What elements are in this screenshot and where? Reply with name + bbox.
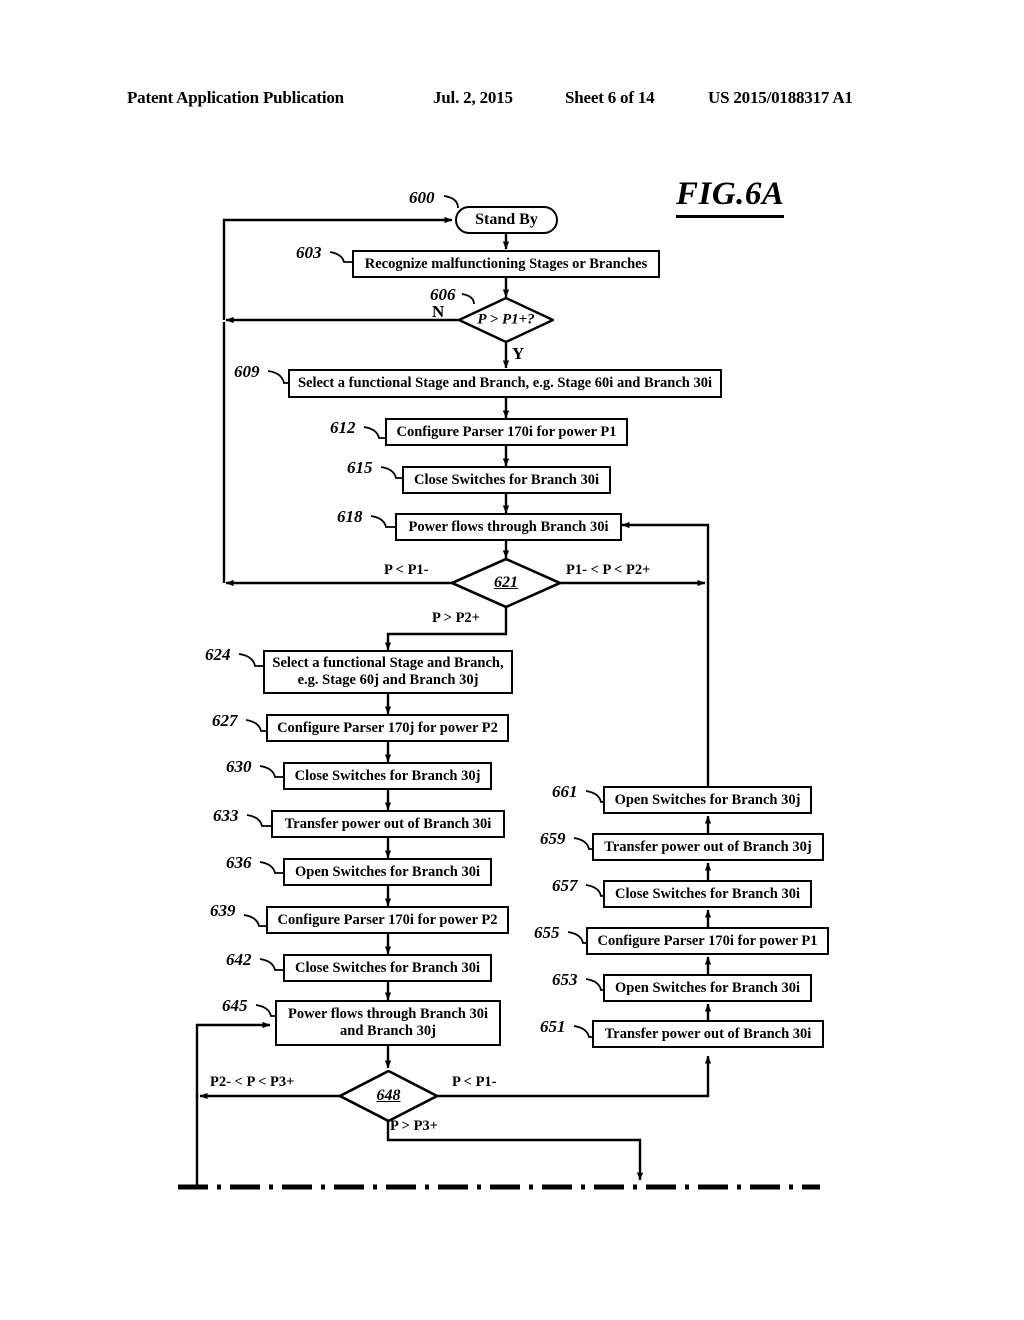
node-power-flows-30i-30j[interactable]: Power flows through Branch 30i and Branc…: [275, 1000, 501, 1046]
node-power-flows-30i[interactable]: Power flows through Branch 30i: [395, 513, 622, 541]
node-select-stage-branch-j[interactable]: Select a functional Stage and Branch, e.…: [263, 650, 513, 694]
edge-label-648-down: P > P3+: [390, 1118, 438, 1134]
header-patent-number: US 2015/0188317 A1: [708, 88, 853, 107]
ref-639: 639: [210, 901, 236, 920]
edge-label-621-down: P > P2+: [432, 610, 480, 626]
node-659-label: Transfer power out of Branch 30j: [604, 838, 812, 855]
edge-label-606-yes: Y: [512, 344, 525, 363]
node-configure-parser-170i-p1-b[interactable]: Configure Parser 170i for power P1: [586, 927, 829, 955]
node-603-label: Recognize malfunctioning Stages or Branc…: [364, 255, 648, 272]
node-close-switches-30j[interactable]: Close Switches for Branch 30j: [283, 762, 492, 790]
node-618-label: Power flows through Branch 30i: [408, 518, 609, 535]
node-633-label: Transfer power out of Branch 30i: [284, 815, 492, 832]
node-stand-by[interactable]: Stand By: [455, 206, 558, 234]
edge-label-621-right: P1- < P < P2+: [566, 562, 651, 578]
page-header: Patent Application Publication Jul. 2, 2…: [0, 88, 1024, 114]
node-select-stage-branch-i[interactable]: Select a functional Stage and Branch, e.…: [288, 369, 722, 398]
node-639-label: Configure Parser 170i for power P2: [277, 911, 498, 928]
node-627-label: Configure Parser 170j for power P2: [277, 719, 498, 736]
node-653-label: Open Switches for Branch 30i: [614, 979, 801, 996]
node-stand-by-label: Stand By: [475, 210, 538, 228]
node-636-label: Open Switches for Branch 30i: [294, 863, 481, 880]
decision-606-label: P > P1+?: [477, 311, 535, 328]
ref-612: 612: [330, 418, 356, 437]
node-661-label: Open Switches for Branch 30j: [614, 791, 801, 808]
ref-636: 636: [226, 853, 252, 872]
edge-label-606-no: N: [432, 302, 445, 321]
node-transfer-power-out-30j[interactable]: Transfer power out of Branch 30j: [592, 833, 824, 861]
node-close-switches-30i-a[interactable]: Close Switches for Branch 30i: [402, 466, 611, 494]
node-recognize-malfunctioning[interactable]: Recognize malfunctioning Stages or Branc…: [352, 250, 660, 278]
node-655-label: Configure Parser 170i for power P1: [597, 932, 818, 949]
edge-label-621-left: P < P1-: [384, 562, 429, 578]
header-publication: Patent Application Publication: [127, 88, 344, 107]
ref-642: 642: [226, 950, 252, 969]
node-645-label: Power flows through Branch 30i and Branc…: [287, 1006, 489, 1039]
node-642-label: Close Switches for Branch 30i: [294, 959, 480, 976]
ref-661: 661: [552, 782, 578, 801]
ref-624: 624: [205, 645, 231, 664]
ref-609: 609: [234, 362, 260, 381]
node-624-label: Select a functional Stage and Branch, e.…: [272, 655, 504, 688]
edge-label-648-right: P < P1-: [452, 1074, 497, 1090]
node-configure-parser-170i-p2[interactable]: Configure Parser 170i for power P2: [266, 906, 509, 934]
patent-figure-page: Patent Application Publication Jul. 2, 2…: [0, 0, 1024, 1320]
node-decision-p-gt-p1plus[interactable]: P > P1+?: [458, 297, 554, 343]
header-sheet: Sheet 6 of 14: [565, 88, 655, 107]
ref-603: 603: [296, 243, 322, 262]
node-configure-parser-170j-p2[interactable]: Configure Parser 170j for power P2: [266, 714, 509, 742]
ref-655: 655: [534, 923, 560, 942]
node-close-switches-30i-c[interactable]: Close Switches for Branch 30i: [603, 880, 812, 908]
node-decision-648[interactable]: 648: [339, 1070, 438, 1122]
node-configure-parser-170i-p1[interactable]: Configure Parser 170i for power P1: [385, 418, 628, 446]
node-open-switches-30i-b[interactable]: Open Switches for Branch 30i: [603, 974, 812, 1002]
node-630-label: Close Switches for Branch 30j: [294, 767, 481, 784]
edge-label-648-left: P2- < P < P3+: [210, 1074, 295, 1090]
node-transfer-power-out-30i-a[interactable]: Transfer power out of Branch 30i: [271, 810, 505, 838]
ref-657: 657: [552, 876, 578, 895]
ref-645: 645: [222, 996, 248, 1015]
ref-653: 653: [552, 970, 578, 989]
ref-600: 600: [409, 188, 435, 207]
node-615-label: Close Switches for Branch 30i: [413, 471, 599, 488]
ref-633: 633: [213, 806, 239, 825]
ref-618: 618: [337, 507, 363, 526]
node-612-label: Configure Parser 170i for power P1: [396, 423, 617, 440]
node-open-switches-30j[interactable]: Open Switches for Branch 30j: [603, 786, 812, 814]
ref-627: 627: [212, 711, 238, 730]
node-651-label: Transfer power out of Branch 30i: [604, 1025, 812, 1042]
node-close-switches-30i-b[interactable]: Close Switches for Branch 30i: [283, 954, 492, 982]
figure-title: FIG.6A: [676, 176, 785, 218]
node-open-switches-30i-a[interactable]: Open Switches for Branch 30i: [283, 858, 492, 886]
node-657-label: Close Switches for Branch 30i: [614, 885, 800, 902]
decision-648-label: 648: [376, 1087, 401, 1104]
node-transfer-power-out-30i-b[interactable]: Transfer power out of Branch 30i: [592, 1020, 824, 1048]
ref-615: 615: [347, 458, 373, 477]
node-609-label: Select a functional Stage and Branch, e.…: [297, 375, 713, 392]
header-date: Jul. 2, 2015: [433, 88, 513, 107]
decision-621-label: 621: [494, 574, 518, 591]
ref-659: 659: [540, 829, 566, 848]
node-decision-621[interactable]: 621: [451, 558, 561, 608]
ref-630: 630: [226, 757, 252, 776]
ref-651: 651: [540, 1017, 566, 1036]
